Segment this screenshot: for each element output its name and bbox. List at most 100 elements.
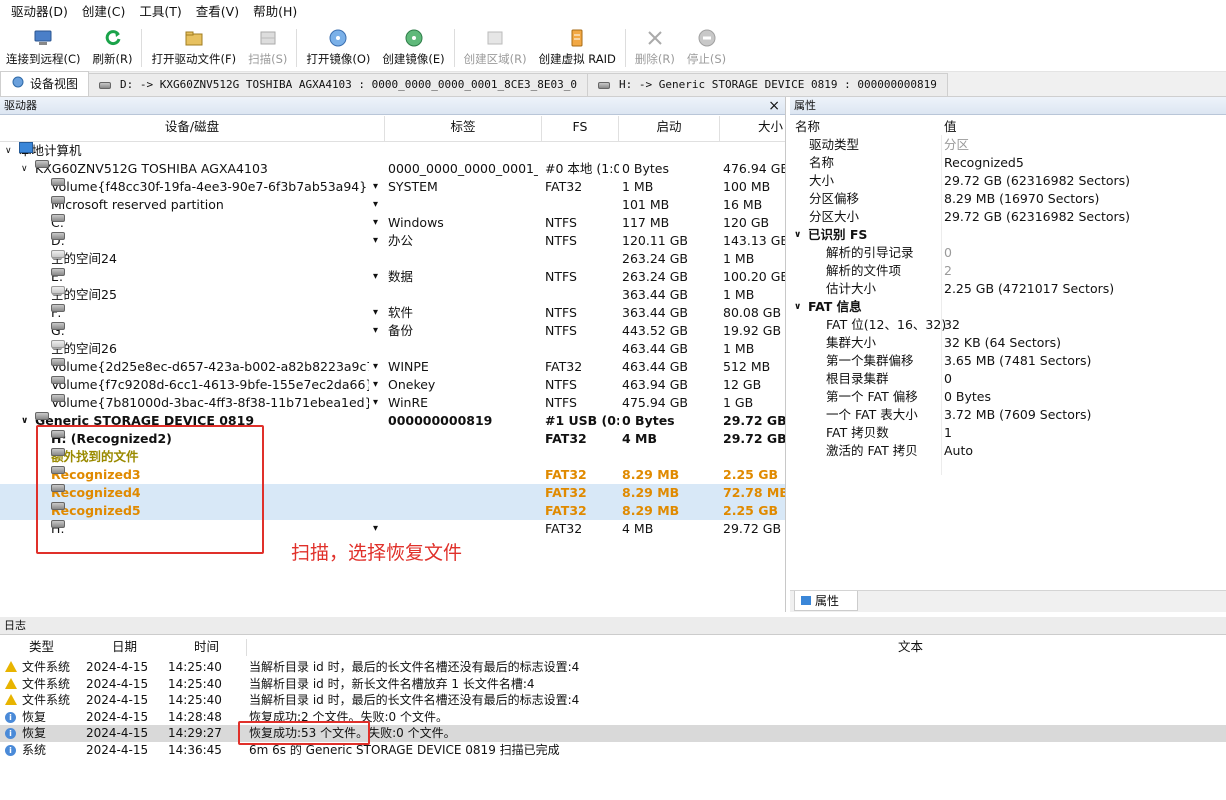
log-time: 14:25:40 bbox=[168, 676, 222, 691]
dropdown-arrow-icon[interactable]: ▾ bbox=[373, 322, 378, 340]
toolbar-button-2[interactable]: 打开驱动文件(F) bbox=[145, 24, 242, 72]
toolbar-button-4[interactable]: 打开镜像(O) bbox=[300, 24, 376, 72]
log-row[interactable]: 文件系统 2024-4-15 14:25:40 当解析目录 id 时，新长文件名槽放弃… bbox=[0, 676, 1226, 693]
drive-start-cell: 363.44 GB bbox=[622, 287, 688, 302]
drive-row[interactable]: C: ▾ Windows NTFS 117 MB 120 GB bbox=[0, 214, 785, 232]
drive-row[interactable]: Volume{7b81000d-3bac-4ff3-8f38-11b71ebea… bbox=[0, 394, 785, 412]
dropdown-arrow-icon[interactable]: ▾ bbox=[373, 196, 378, 214]
drive-row[interactable]: Volume{f7c9208d-6cc1-4613-9bfe-155e7ec2d… bbox=[0, 376, 785, 394]
dropdown-arrow-icon[interactable]: ▾ bbox=[373, 394, 378, 412]
toolbar-button-3[interactable]: 扫描(S) bbox=[242, 24, 293, 72]
drive-row[interactable]: F: ▾ 软件 NTFS 363.44 GB 80.08 GB bbox=[0, 304, 785, 322]
dropdown-arrow-icon[interactable]: ▾ bbox=[373, 304, 378, 322]
property-value: 2 bbox=[944, 263, 952, 278]
drives-panel-header: 驱动器 × bbox=[0, 97, 785, 115]
toolbar-button-1[interactable]: 刷新(R) bbox=[87, 24, 139, 72]
property-row: 大小 29.72 GB (62316982 Sectors) bbox=[790, 172, 1226, 190]
property-row: 名称 Recognized5 bbox=[790, 154, 1226, 172]
drive-icon bbox=[51, 214, 65, 222]
drive-name-cell: Volume{f48cc30f-19fa-4ee3-90e7-6f3b7ab53… bbox=[51, 178, 369, 196]
drive-row[interactable]: ∨ 本地计算机 bbox=[0, 142, 785, 160]
property-name: 第一个 FAT 偏移 bbox=[826, 389, 918, 404]
drive-row[interactable]: Volume{f48cc30f-19fa-4ee3-90e7-6f3b7ab53… bbox=[0, 178, 785, 196]
recovery-success-highlight bbox=[238, 721, 370, 745]
drive-row[interactable]: Volume{2d25e8ec-d657-423a-b002-a82b8223a… bbox=[0, 358, 785, 376]
property-value: 分区 bbox=[944, 137, 970, 152]
dropdown-arrow-icon[interactable]: ▾ bbox=[373, 232, 378, 250]
dropdown-arrow-icon[interactable]: ▾ bbox=[373, 268, 378, 286]
tab-0[interactable]: 设备视图 bbox=[0, 71, 90, 96]
drive-name-cell: 空的空间24 bbox=[51, 250, 369, 268]
log-time: 14:29:27 bbox=[168, 726, 222, 740]
property-value: 0 bbox=[944, 371, 952, 386]
column-header-label[interactable]: 标签 bbox=[385, 116, 542, 142]
toolbar-button-8[interactable]: 删除(R) bbox=[629, 24, 681, 72]
dropdown-arrow-icon[interactable]: ▾ bbox=[373, 214, 378, 232]
group-collapse-icon[interactable]: ∨ bbox=[794, 226, 801, 244]
log-row[interactable]: 文件系统 2024-4-15 14:25:40 当解析目录 id 时，最后的长文件名槽… bbox=[0, 659, 1226, 676]
log-col-time[interactable]: 时间 bbox=[194, 639, 219, 656]
menu-item-2[interactable]: 工具(T) bbox=[132, 0, 188, 24]
dropdown-arrow-icon[interactable]: ▾ bbox=[373, 178, 378, 196]
tab-2[interactable]: H: -> Generic STORAGE DEVICE 0819 : 0000… bbox=[586, 73, 948, 96]
dropdown-arrow-icon[interactable]: ▾ bbox=[373, 376, 378, 394]
menu-item-0[interactable]: 驱动器(D) bbox=[4, 0, 75, 24]
menu-item-3[interactable]: 查看(V) bbox=[189, 0, 246, 24]
toolbar-button-9[interactable]: 停止(S) bbox=[681, 24, 732, 72]
log-type: 文件系统 bbox=[22, 676, 71, 691]
drive-fs-cell: FAT32 bbox=[545, 179, 583, 194]
property-value: 3.65 MB (7481 Sectors) bbox=[944, 353, 1092, 368]
dropdown-arrow-icon[interactable]: ▾ bbox=[373, 520, 378, 538]
toolbar-button-label: 扫描(S) bbox=[248, 52, 288, 66]
column-header-fs[interactable]: FS bbox=[542, 116, 619, 142]
expand-chevron-icon[interactable]: ∨ bbox=[21, 412, 28, 430]
properties-header-row: 名称 值 bbox=[790, 118, 1226, 136]
tab-label: 设备视图 bbox=[30, 77, 79, 91]
property-value: 29.72 GB (62316982 Sectors) bbox=[944, 209, 1131, 224]
toolbar-button-0[interactable]: 连接到远程(C) bbox=[0, 24, 87, 72]
expand-chevron-icon[interactable]: ∨ bbox=[5, 142, 12, 160]
warning-icon bbox=[5, 661, 17, 672]
log-date: 2024-4-15 bbox=[86, 742, 149, 757]
drive-label-cell: 数据 bbox=[388, 269, 414, 284]
tab-properties[interactable]: 属性 bbox=[794, 591, 858, 611]
drive-row[interactable]: 空的空间25 363.44 GB 1 MB bbox=[0, 286, 785, 304]
log-col-type[interactable]: 类型 bbox=[29, 639, 54, 656]
log-col-date[interactable]: 日期 bbox=[112, 639, 137, 656]
drive-row[interactable]: 空的空间24 263.24 GB 1 MB bbox=[0, 250, 785, 268]
toolbar-button-label: 创建镜像(E) bbox=[382, 52, 445, 66]
group-collapse-icon[interactable]: ∨ bbox=[794, 298, 801, 316]
drive-row[interactable]: Microsoft reserved partition ▾ 101 MB 16 MB bbox=[0, 196, 785, 214]
tab-1[interactable]: D: -> KXG60ZNV512G TOSHIBA AGXA4103 : 00… bbox=[88, 73, 588, 96]
drive-icon bbox=[51, 394, 65, 402]
drive-row[interactable]: E: ▾ 数据 NTFS 263.24 GB 100.20 GB bbox=[0, 268, 785, 286]
close-panel-icon[interactable]: × bbox=[768, 97, 780, 115]
dropdown-arrow-icon[interactable]: ▾ bbox=[373, 358, 378, 376]
log-row[interactable]: i 恢复 2024-4-15 14:29:27 恢复成功:53 个文件。失败:0 个文件… bbox=[0, 725, 1226, 742]
property-row: 第一个 FAT 偏移 0 Bytes bbox=[790, 388, 1226, 406]
drive-row[interactable]: ∨ KXG60ZNV512G TOSHIBA AGXA4103 0000_0000_… bbox=[0, 160, 785, 178]
drive-name: KXG60ZNV512G TOSHIBA AGXA4103 bbox=[35, 161, 268, 176]
property-value: 0 Bytes bbox=[944, 389, 992, 404]
toolbar-button-7[interactable]: 创建虚拟 RAID bbox=[533, 24, 622, 72]
menu-item-4[interactable]: 帮助(H) bbox=[246, 0, 304, 24]
log-row[interactable]: 文件系统 2024-4-15 14:25:40 当解析目录 id 时，最后的长文件名槽… bbox=[0, 692, 1226, 709]
log-col-text[interactable]: 文本 bbox=[898, 639, 923, 656]
drive-name: Volume{f7c9208d-6cc1-4613-9bfe-155e7ec2d… bbox=[51, 377, 369, 392]
log-row[interactable]: i 恢复 2024-4-15 14:28:48 恢复成功:2 个文件。失败:0 个文件。 bbox=[0, 709, 1226, 726]
column-header-device[interactable]: 设备/磁盘 bbox=[0, 116, 385, 142]
menu-item-1[interactable]: 创建(C) bbox=[75, 0, 132, 24]
drive-row[interactable]: D: ▾ 办公 NTFS 120.11 GB 143.13 GB bbox=[0, 232, 785, 250]
column-header-start[interactable]: 启动 bbox=[619, 116, 720, 142]
drive-row[interactable]: 空的空间26 463.44 GB 1 MB bbox=[0, 340, 785, 358]
toolbar-button-6[interactable]: 创建区域(R) bbox=[458, 24, 533, 72]
column-header-size[interactable]: 大小 bbox=[720, 116, 785, 142]
drive-start-cell: 463.44 GB bbox=[622, 359, 688, 374]
drive-start-cell: 263.24 GB bbox=[622, 269, 688, 284]
toolbar-button-5[interactable]: 创建镜像(E) bbox=[376, 24, 450, 72]
delete-icon bbox=[644, 28, 666, 48]
drive-row[interactable]: G: ▾ 备份 NTFS 443.52 GB 19.92 GB bbox=[0, 322, 785, 340]
property-value: Recognized5 bbox=[944, 155, 1024, 170]
log-row[interactable]: i 系统 2024-4-15 14:36:45 6m 6s 的 Generic STOR… bbox=[0, 742, 1226, 759]
expand-chevron-icon[interactable]: ∨ bbox=[21, 160, 28, 178]
